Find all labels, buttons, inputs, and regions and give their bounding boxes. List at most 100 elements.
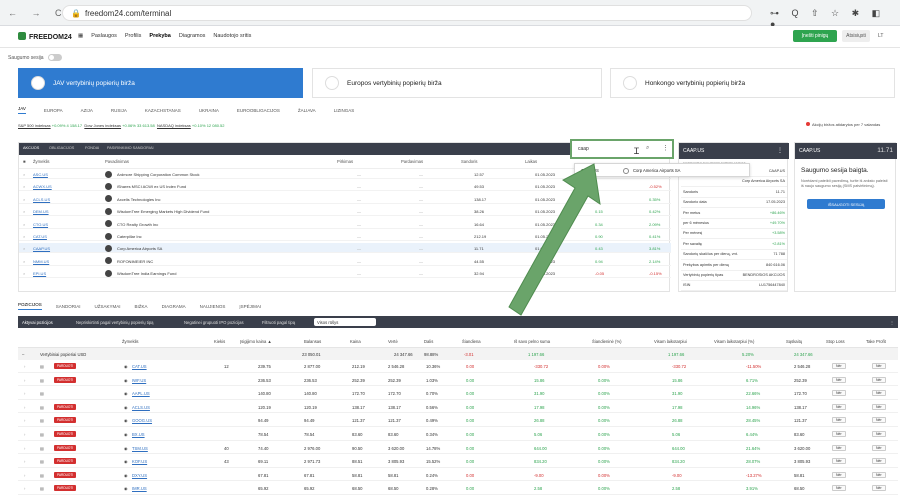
search-box[interactable]: caap Ɪ ⌕ ⋮ [570,139,674,159]
deposit-button[interactable]: Įnešti pinigų [793,30,837,42]
ticker-link[interactable]: CAT.US [132,364,147,369]
portfolio-row[interactable]: › ▤ PARDUOTI ◉ TSM.US 40 74.40 2 976.00 90.50 3 6… [18,442,898,455]
tab-fondai[interactable]: FONDAI [85,146,99,150]
watchlist-row[interactable]: × CTO.US CTO Realty Growth Inc — — 16.64 01.05… [19,219,671,229]
portfolio-column-header[interactable]: Visam laikotarpiui [654,339,687,344]
ticker-link[interactable]: CAT.US [33,234,47,239]
sell-badge[interactable]: PARDUOTI [54,471,77,478]
ticker-link[interactable]: AAPL.US [132,391,150,396]
nav-grid-icon[interactable]: ▦ [78,33,83,39]
chart-icon[interactable]: ▤ [40,486,44,491]
col-pirkimas[interactable]: Pirkimas [337,159,353,164]
expand-icon[interactable]: – [22,352,24,357]
sell-badge[interactable]: PARDUOTI [54,458,77,465]
more-icon[interactable]: ⋮ [662,144,669,152]
safe-session-toggle[interactable] [47,54,62,61]
lower-tab[interactable]: UŽSAKYMAI [95,304,121,309]
remove-icon[interactable]: × [23,184,25,189]
lower-tab[interactable]: POZICIJOS [18,302,42,310]
portfolio-row[interactable]: › ▤ PARDUOTI ◉ KOF.US 43 69.11 2 971.73 88.51 3 8… [18,455,898,468]
chart-icon[interactable]: ▤ [40,391,44,396]
filter-by-type-checkbox[interactable]: Nepriskirtinti pagal vertybinių popierių… [76,320,154,325]
portfolio-column-header[interactable]: Vertė [388,339,398,344]
tab-pasirinkimo[interactable]: PASIRINKIMO SANDORIAI [107,146,154,150]
take-profit-button[interactable]: Nėr [872,471,886,478]
lower-tab[interactable]: DIAGRAMA [162,304,186,309]
group-ipo-checkbox[interactable]: Negatinei grupuoti IPO pozicijas [184,320,244,325]
menu-icon[interactable]: ■ [23,159,26,164]
expand-row-icon[interactable]: › [24,432,25,437]
expand-row-icon[interactable]: › [24,486,25,491]
more-icon[interactable]: ⋮ [890,320,894,325]
download-button[interactable]: Atsisiųsti [842,30,870,42]
stop-loss-button[interactable]: Nėr [832,363,846,369]
chart-icon[interactable]: ▤ [40,459,44,464]
portfolio-row[interactable]: › ▤ PARDUOTI ◉ CAT.US 12 239.75 2 877.00 212.19 2… [18,360,898,373]
stop-loss-button[interactable]: Nėr [832,376,846,383]
watchlist-row[interactable]: × ACLS.US Axcelis Technologies Inc — — 138.17… [19,194,671,204]
watchlist-row[interactable]: × EPI.US WisdomTree India Earnings Fund — — 3… [19,268,671,279]
nav-diagramos[interactable]: Diagramos [179,33,206,39]
lower-tab[interactable]: ĮSPĖJIMAI [239,304,261,309]
stop-loss-button[interactable]: Nėr [832,403,846,410]
portfolio-group-row[interactable]: Vertybiniai popieriai USD 23 050.01 24 347… [18,348,898,360]
type-filter-select[interactable]: Visos rūšys [314,318,376,326]
watchlist-row[interactable]: × CAAP.US Corp America Airports SA — — 11.71 0… [19,243,671,254]
market-card-us[interactable]: JAV vertybinių popierių birža [18,68,303,98]
take-profit-button[interactable]: Nėr [872,458,886,465]
portfolio-column-header[interactable]: Iš savo pelno suma [514,339,550,344]
portfolio-row[interactable]: › ▤ PARDUOTI ◉ IWF.US 236.53 236.53 252.39 252.3… [18,374,898,387]
expand-row-icon[interactable]: › [24,364,25,369]
take-profit-button[interactable]: Nėr [872,485,886,492]
take-profit-button[interactable]: Nėr [872,403,886,410]
nav-prekyba[interactable]: Prekyba [149,33,170,39]
ticker-link[interactable]: GOOG.US [132,418,152,423]
chart-icon[interactable]: ▤ [40,473,44,478]
ticker-link[interactable]: EPI.US [33,271,46,276]
more-icon[interactable]: ⋮ [777,147,783,154]
ticker-link[interactable]: DEM.US [33,209,49,214]
logo[interactable]: FREEDOM24 [18,32,72,41]
sell-badge[interactable]: PARDUOTI [54,376,77,383]
expand-row-icon[interactable]: › [24,418,25,423]
col-pardavimas[interactable]: Pardavimas [401,159,423,164]
sell-badge[interactable]: PARDUOTI [54,444,77,451]
portfolio-row[interactable]: › ▤ PARDUOTI ◉ BX.US 78.54 78.54 83.60 83.60 0.34… [18,428,898,441]
region-tab[interactable]: UKRAINA [199,108,219,113]
remove-icon[interactable]: × [23,197,25,202]
sell-badge[interactable]: PARDUOTI [54,417,77,424]
take-profit-button[interactable]: Nėr [872,431,886,437]
expand-row-icon[interactable]: › [24,391,25,396]
watchlist-row[interactable]: × DEM.US WisdomTree Emerging Markets High … [19,206,671,217]
stop-loss-button[interactable]: Nėr [832,390,846,397]
ticker-link[interactable]: CAAP.US [33,246,50,251]
chart-icon[interactable]: ▤ [40,418,44,423]
lower-tab[interactable]: SANDORIAI [56,304,81,309]
ticker-link[interactable]: ASC.US [33,172,48,177]
search-icon[interactable]: ⌕ [646,145,649,152]
col-zymeklis[interactable]: Žymeklis [33,159,50,164]
sell-badge[interactable]: PARDUOTI [54,431,77,437]
remove-icon[interactable]: × [23,209,25,214]
portfolio-row[interactable]: › ▤ PARDUOTI ◉ GOOG.US 94.49 94.49 121.37 121.37… [18,414,898,427]
region-tab[interactable]: RUSIJA [111,108,127,113]
chart-icon[interactable]: ▤ [40,405,44,410]
col-pavadinimas[interactable]: Pavadinimas [105,159,129,164]
portfolio-column-header[interactable]: Stop Loss [826,339,845,344]
nasdaq-link[interactable]: NASDAQ indeksas [157,123,191,128]
watchlist-row[interactable]: × NMM.US ROFONIMEIER INC — — 44.55 01.05.2023 0… [19,256,671,266]
region-tab[interactable]: JAV [18,106,26,114]
portfolio-row[interactable]: › ▤ ◉ AAPL.US 140.80 140.80 172.70 172.70 0.70% 0… [18,387,898,400]
portfolio-column-header[interactable]: Dalis [424,339,433,344]
portfolio-column-header[interactable]: Kiekis [214,339,225,344]
ticker-link[interactable]: NMM.US [33,259,49,264]
portfolio-row[interactable]: › ▤ PARDUOTI ◉ IMR.US 65.92 65.92 68.50 68.50 0.2… [18,482,898,495]
chart-icon[interactable]: ▤ [40,364,44,369]
remove-icon[interactable]: × [23,259,25,264]
search-result[interactable]: CAAP.US Corp America Airports SA [574,163,750,177]
expand-row-icon[interactable]: › [24,459,25,464]
watchlist-row[interactable]: × CAT.US Caterpillar Inc — — 212.19 01.05.2023… [19,231,671,241]
sell-badge[interactable]: PARDUOTI [54,403,77,410]
portfolio-row[interactable]: › ▤ PARDUOTI ◉ DXY.US 67.81 67.81 58.81 58.81 0.2… [18,469,898,482]
tab-obligacijos[interactable]: OBLIGACIJOS [49,146,74,150]
